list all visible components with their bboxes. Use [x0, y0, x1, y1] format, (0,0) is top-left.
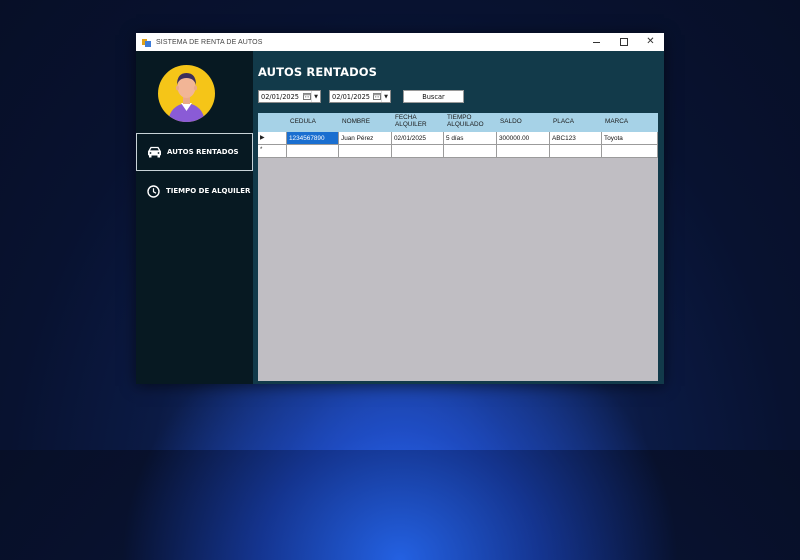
close-button[interactable]: ✕	[637, 33, 664, 51]
search-button[interactable]: Buscar	[403, 90, 464, 103]
maximize-button[interactable]	[610, 33, 637, 51]
sidebar: AUTOS RENTADOS TIEMPO DE ALQUILER	[136, 51, 253, 384]
maximize-icon	[619, 38, 628, 46]
app-window: SISTEMA DE RENTA DE AUTOS ✕ AUTOS RENTAD…	[136, 33, 664, 384]
table-cell[interactable]: 02/01/2025	[392, 132, 444, 145]
column-header[interactable]: PLACA	[550, 113, 602, 132]
car-icon	[146, 145, 162, 159]
table-row[interactable]: ▶ 1234567890 Juan Pérez 02/01/2025 5 día…	[258, 132, 658, 145]
column-header[interactable]: TIEMPO ALQUILADO	[444, 113, 497, 132]
new-row[interactable]: *	[258, 145, 658, 158]
table-cell[interactable]	[602, 145, 658, 158]
row-indicator[interactable]: *	[258, 145, 287, 158]
table-cell[interactable]	[444, 145, 497, 158]
title-bar[interactable]: SISTEMA DE RENTA DE AUTOS ✕	[136, 33, 664, 51]
window-controls: ✕	[583, 33, 664, 51]
sidebar-item-tiempo-alquiler[interactable]: TIEMPO DE ALQUILER	[136, 172, 253, 210]
chevron-down-icon[interactable]: ▼	[381, 91, 390, 102]
table-cell[interactable]	[392, 145, 444, 158]
table-cell[interactable]: 300000.00	[497, 132, 550, 145]
sidebar-item-label: AUTOS RENTADOS	[167, 148, 239, 156]
column-header[interactable]: MARCA	[602, 113, 658, 132]
sidebar-item-autos-rentados[interactable]: AUTOS RENTADOS	[136, 133, 253, 171]
column-header[interactable]: NOMBRE	[339, 113, 392, 132]
page-title: AUTOS RENTADOS	[258, 65, 377, 79]
table-cell[interactable]: ABC123	[550, 132, 602, 145]
window-title: SISTEMA DE RENTA DE AUTOS	[156, 38, 263, 46]
column-header[interactable]: CEDULA	[287, 113, 339, 132]
user-avatar	[158, 65, 215, 122]
table-cell[interactable]: Juan Pérez	[339, 132, 392, 145]
calendar-icon	[372, 93, 381, 101]
close-icon: ✕	[646, 36, 655, 47]
row-indicator[interactable]: ▶	[258, 132, 287, 145]
table-cell[interactable]	[287, 145, 339, 158]
table-cell[interactable]: 1234567890	[287, 132, 339, 145]
column-header[interactable]: FECHA ALQUILER	[392, 113, 444, 132]
date-to-value: 02/01/2025	[332, 92, 371, 101]
column-header[interactable]: SALDO	[497, 113, 550, 132]
calendar-icon	[302, 93, 311, 101]
grid-header: CEDULA NOMBRE FECHA ALQUILER TIEMPO ALQU…	[258, 113, 658, 132]
table-cell[interactable]: Toyota	[602, 132, 658, 145]
rentals-grid[interactable]: CEDULA NOMBRE FECHA ALQUILER TIEMPO ALQU…	[258, 113, 658, 381]
app-icon	[142, 38, 151, 47]
table-cell[interactable]	[550, 145, 602, 158]
minimize-icon	[593, 41, 600, 43]
table-cell[interactable]: 5 días	[444, 132, 497, 145]
minimize-button[interactable]	[583, 33, 610, 51]
header-row-selector	[258, 113, 287, 132]
date-from-value: 02/01/2025	[261, 92, 300, 101]
chevron-down-icon[interactable]: ▼	[311, 91, 320, 102]
date-to-picker[interactable]: 02/01/2025 ▼	[329, 90, 391, 103]
main-panel: AUTOS RENTADOS 02/01/2025 ▼ 02/01/2025 ▼…	[253, 51, 664, 384]
table-cell[interactable]	[497, 145, 550, 158]
date-from-picker[interactable]: 02/01/2025 ▼	[258, 90, 321, 103]
clock-icon	[145, 184, 161, 198]
sidebar-item-label: TIEMPO DE ALQUILER	[166, 187, 251, 195]
table-cell[interactable]	[339, 145, 392, 158]
